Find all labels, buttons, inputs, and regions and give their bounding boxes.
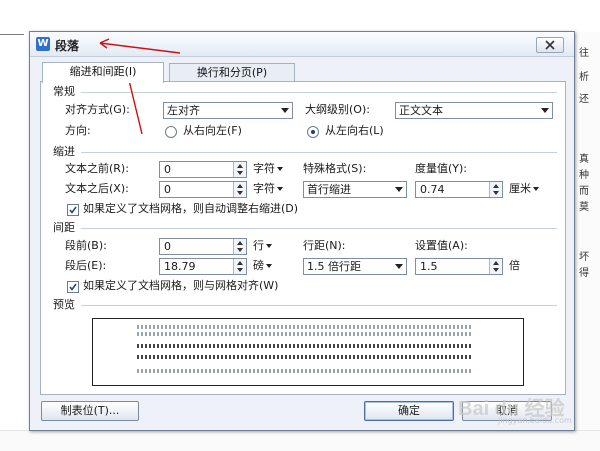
arrow-to-title-icon — [99, 38, 181, 54]
baidu-watermark-url: jingyan.baidu.com — [498, 416, 572, 425]
tab-indent-spacing[interactable]: 缩进和间距(I) — [42, 62, 164, 83]
